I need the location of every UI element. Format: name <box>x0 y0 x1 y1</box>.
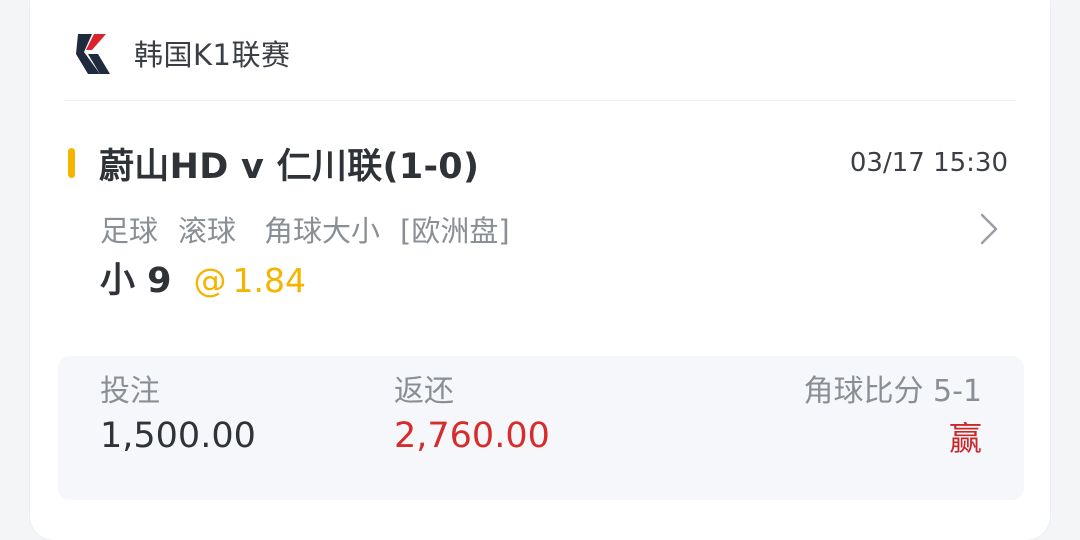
divider <box>64 100 1016 101</box>
corner-score-label: 角球比分 5-1 <box>803 374 982 409</box>
odds-type-label: [欧洲盘] <box>400 214 510 248</box>
sport-label: 足球 <box>100 214 159 248</box>
mode-label: 滚球 <box>178 214 237 248</box>
match-meta[interactable]: 足球 滚球 角球大小 [欧洲盘] <box>100 206 1002 252</box>
chevron-right-icon[interactable] <box>976 209 1002 249</box>
league-name: 韩国K1联赛 <box>134 38 291 72</box>
bet-card: 韩国K1联赛 蔚山HD v 仁川联(1-0) 03/17 15:30 足球 滚球… <box>30 0 1050 540</box>
league-logo-icon <box>76 34 110 74</box>
selection: 小 9 <box>100 261 172 301</box>
return-column: 返还 2,760.00 <box>394 366 550 456</box>
match-header: 蔚山HD v 仁川联(1-0) 03/17 15:30 <box>68 135 1008 191</box>
accent-bar <box>68 148 75 178</box>
match-title: 蔚山HD v 仁川联(1-0) <box>99 146 480 187</box>
return-value: 2,760.00 <box>394 416 550 456</box>
selection-row: 小 9 @ 1.84 <box>100 252 306 302</box>
match-time: 03/17 15:30 <box>849 148 1008 178</box>
league-header: 韩国K1联赛 <box>70 26 290 80</box>
stake-value: 1,500.00 <box>100 416 256 456</box>
return-label: 返还 <box>394 374 454 409</box>
market-label: 角球大小 <box>264 214 381 248</box>
result-column: 角球比分 5-1 赢 <box>803 366 982 460</box>
stake-column: 投注 1,500.00 <box>100 366 256 456</box>
odds-value: 1.84 <box>232 261 307 300</box>
odds-prefix: @ <box>193 261 227 300</box>
result-status: 赢 <box>949 419 982 458</box>
stake-label: 投注 <box>100 374 160 409</box>
bet-summary: 投注 1,500.00 返还 2,760.00 角球比分 5-1 赢 <box>58 356 1024 500</box>
